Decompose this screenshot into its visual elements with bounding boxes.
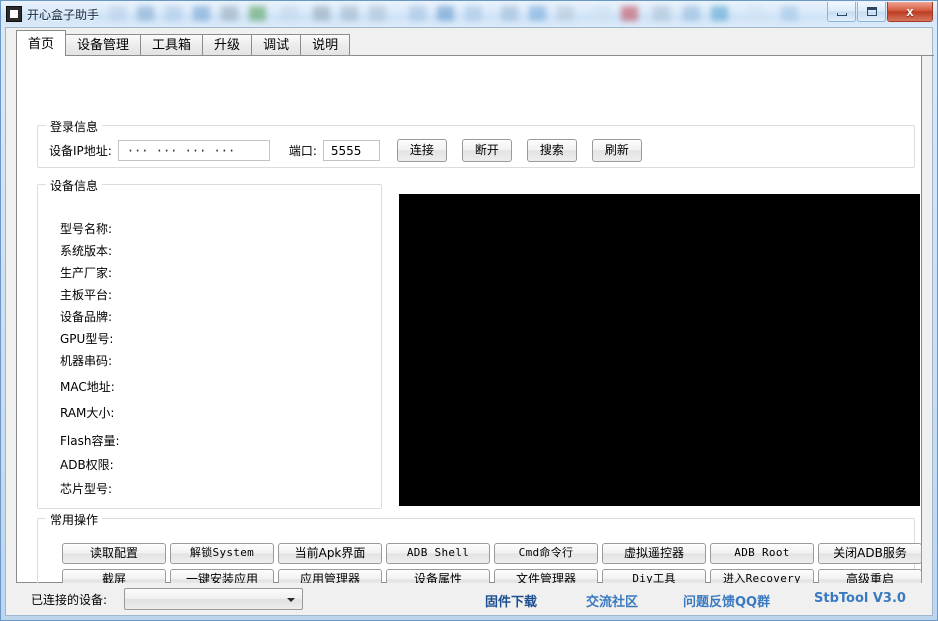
ghost-icon: [437, 6, 454, 21]
device-info-panel: 型号名称: 系统版本: 生产厂家: 主板平台: 设备品牌: GPU型号: 机器串码: MAC地…: [38, 185, 381, 508]
ghost-icon: [465, 6, 482, 21]
ghost-icon: [369, 6, 386, 21]
ghost-icon: [137, 6, 154, 21]
ghost-icon: [249, 6, 266, 21]
application-window: 开心盒子助手 x 首页 设备管理 工具箱 升级 调试 说明 登录信息 设备IP地…: [0, 0, 938, 621]
device-info-field-10: ADB权限:: [60, 458, 114, 472]
tab-1[interactable]: 设备管理: [65, 34, 142, 56]
ghost-icon: [165, 6, 182, 21]
device-info-field-2: 生产厂家:: [60, 266, 113, 280]
ghost-icon: [313, 6, 330, 21]
ghost-icon: [711, 6, 728, 21]
port-label: 端口:: [288, 144, 317, 158]
ghost-icon: [193, 6, 210, 21]
ghost-icon: [621, 6, 638, 21]
ghost-icon: [529, 6, 546, 21]
maximize-icon: [866, 7, 877, 16]
adb-shell-button[interactable]: ADB Shell: [386, 543, 490, 564]
community-link[interactable]: 交流社区: [586, 591, 638, 610]
home-tab-page: 登录信息 设备IP地址: ··· ··· ··· ··· 端口: 5555 连接…: [16, 56, 922, 599]
adb-root-button[interactable]: ADB Root: [710, 543, 814, 564]
window-title: 开心盒子助手: [27, 7, 100, 22]
minimize-icon: [836, 12, 847, 16]
unlock-system-button[interactable]: 解锁System: [170, 543, 274, 564]
screen-preview[interactable]: [399, 194, 920, 506]
tab-0[interactable]: 首页: [16, 30, 67, 56]
close-adb-service-button[interactable]: 关闭ADB服务: [818, 543, 922, 564]
close-icon: x: [906, 4, 914, 19]
ghosted-toolbar-icons: [109, 2, 809, 26]
tab-5[interactable]: 说明: [300, 34, 351, 56]
tab-2[interactable]: 工具箱: [140, 34, 204, 56]
search-button[interactable]: 搜索: [526, 139, 577, 162]
ip-address-input[interactable]: ··· ··· ··· ···: [117, 140, 270, 161]
operations-title: 常用操作: [46, 511, 103, 528]
device-info-field-8: RAM大小:: [60, 406, 115, 420]
tab-4[interactable]: 调试: [251, 34, 302, 56]
device-info-field-4: 设备品牌:: [60, 310, 113, 324]
status-bar: 已连接的设备: 固件下载 交流社区 问题反馈QQ群 StbTool V3.0: [6, 583, 932, 615]
tab-3[interactable]: 升级: [202, 34, 253, 56]
device-info-group: 型号名称: 系统版本: 生产厂家: 主板平台: 设备品牌: GPU型号: 机器串码: MAC地…: [37, 177, 382, 509]
ghost-icon: [341, 6, 358, 21]
firmware-download-link[interactable]: 固件下载: [485, 591, 537, 610]
login-row: 设备IP地址: ··· ··· ··· ··· 端口: 5555 连接 断开 搜索刷…: [49, 139, 657, 162]
device-info-field-11: 芯片型号:: [60, 482, 113, 496]
ghost-icon: [593, 6, 610, 21]
device-info-field-9: Flash容量:: [60, 434, 120, 448]
ghost-icon: [653, 6, 670, 21]
device-info-field-0: 型号名称:: [60, 222, 113, 236]
ghost-icon: [781, 6, 798, 21]
device-info-field-7: MAC地址:: [60, 380, 115, 394]
device-info-title: 设备信息: [46, 177, 103, 194]
chevron-down-icon: [287, 598, 295, 602]
window-controls: x: [826, 2, 933, 22]
version-label[interactable]: StbTool V3.0: [814, 591, 906, 606]
ghost-icon: [747, 6, 764, 21]
minimize-button[interactable]: [827, 2, 856, 22]
refresh-button[interactable]: 刷新: [591, 139, 642, 162]
device-info-field-3: 主板平台:: [60, 288, 113, 302]
device-info-field-5: GPU型号:: [60, 332, 114, 346]
cmd-line-button[interactable]: Cmd命令行: [494, 543, 598, 564]
login-group-title: 登录信息: [46, 118, 103, 135]
connected-device-select[interactable]: [124, 588, 303, 610]
ip-address-label: 设备IP地址:: [49, 144, 112, 158]
device-info-field-1: 系统版本:: [60, 244, 113, 258]
ghost-icon: [409, 6, 426, 21]
ghost-icon: [109, 6, 126, 21]
read-config-button[interactable]: 读取配置: [62, 543, 166, 564]
ghost-icon: [501, 6, 518, 21]
disconnect-button[interactable]: 断开: [461, 139, 512, 162]
app-box-icon: [6, 6, 22, 22]
device-info-field-6: 机器串码:: [60, 354, 113, 368]
qq-feedback-link[interactable]: 问题反馈QQ群: [683, 591, 770, 610]
ghost-icon: [281, 6, 298, 21]
port-input[interactable]: 5555: [322, 140, 380, 161]
current-apk-button[interactable]: 当前Apk界面: [278, 543, 382, 564]
title-bar[interactable]: 开心盒子助手 x: [1, 1, 937, 27]
virtual-remote-button[interactable]: 虚拟遥控器: [602, 543, 706, 564]
login-buttons: 连接 断开 搜索 刷新: [396, 139, 657, 162]
login-info-group: 登录信息 设备IP地址: ··· ··· ··· ··· 端口: 5555 连接…: [37, 118, 915, 168]
connect-button[interactable]: 连接: [396, 139, 447, 162]
ghost-icon: [221, 6, 238, 21]
ghost-icon: [557, 6, 574, 21]
ghost-icon: [683, 6, 700, 21]
client-area: 首页 设备管理 工具箱 升级 调试 说明 登录信息 设备IP地址: ··· ··· ···…: [5, 27, 934, 616]
connected-device-label: 已连接的设备:: [31, 593, 108, 607]
tab-bar: 首页 设备管理 工具箱 升级 调试 说明: [6, 28, 934, 56]
maximize-button[interactable]: [857, 2, 886, 22]
close-button[interactable]: x: [887, 2, 933, 22]
